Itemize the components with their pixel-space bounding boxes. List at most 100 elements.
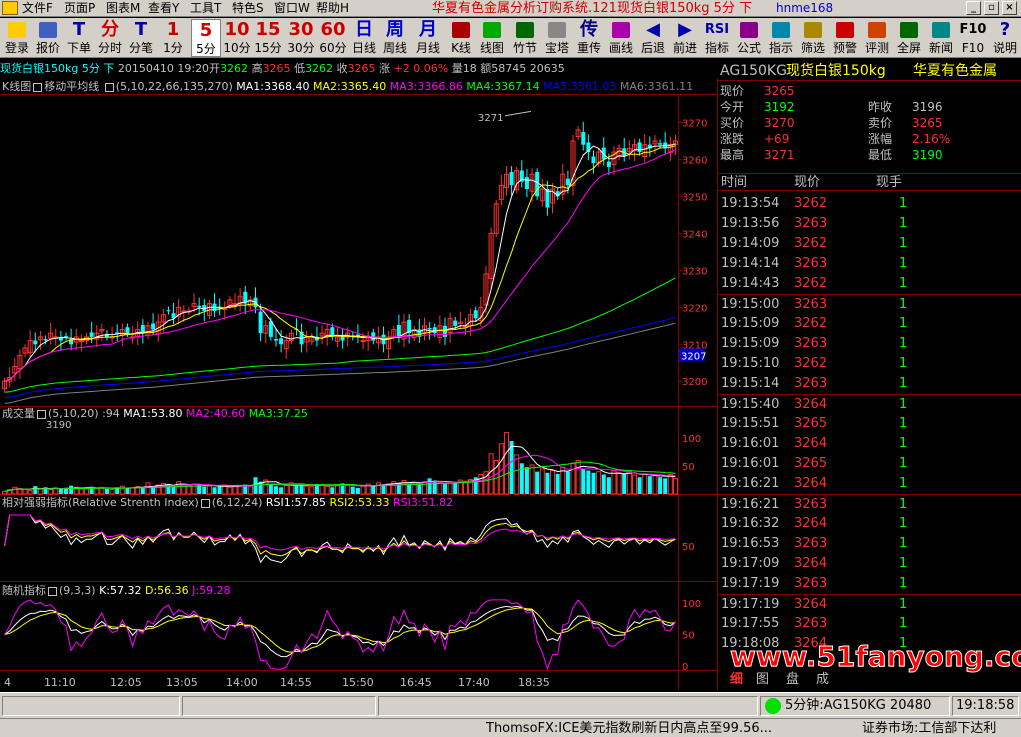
menu-view[interactable]: 查看Y (148, 1, 179, 16)
toolbar-icon-wrap (734, 19, 764, 41)
volume-bar (283, 485, 289, 495)
volume-bar (478, 473, 484, 495)
toolbar-button-7[interactable]: 10 10分 (222, 19, 252, 57)
volume-bar (550, 470, 556, 495)
ma-legend-prefix: K线图 (2, 80, 32, 93)
chart-canvas[interactable]: 3270326032503240323032203210320032073271… (0, 78, 718, 690)
ma-params-toggle[interactable] (104, 82, 114, 92)
toolbar-icon (740, 22, 758, 38)
quote-time: 19:20 (177, 62, 210, 75)
volume-bar (48, 489, 54, 495)
volume-bar (130, 487, 136, 495)
volume-bar (652, 474, 658, 495)
toolbar-button-0[interactable]: 登录 (2, 19, 32, 57)
menu-window[interactable]: 窗口W (274, 1, 310, 16)
toolbar-button-22[interactable]: RSI 指标 (702, 19, 732, 57)
toolbar-button-29[interactable]: 新闻 (926, 19, 956, 57)
menu-features[interactable]: 特色S (232, 1, 264, 16)
toolbar-button-27[interactable]: 评测 (862, 19, 892, 57)
tick-row: 19:16:01 3265 1 (718, 454, 1021, 474)
tick-volume: 1 (899, 576, 908, 591)
tick-row: 19:16:21 3264 1 (718, 474, 1021, 494)
kdj-legend-toggle[interactable] (48, 586, 57, 596)
toolbar-button-25[interactable]: 筛选 (798, 19, 828, 57)
menu-help[interactable]: 帮助H (316, 1, 349, 16)
menu-chart[interactable]: 图表M (106, 1, 140, 16)
toolbar-button-5[interactable]: 1 1分 (158, 19, 188, 57)
tick-row: 19:16:32 3264 1 (718, 514, 1021, 534)
toolbar-button-23[interactable]: 公式 (734, 19, 764, 57)
volume-bar (667, 473, 673, 495)
rsi-legend-toggle[interactable] (200, 498, 210, 508)
toolbar-button-30[interactable]: F10 F10 (958, 19, 988, 57)
toolbar-button-8[interactable]: 15 15分 (253, 19, 283, 57)
toolbar-button-4[interactable]: T 分笔 (126, 19, 156, 57)
toolbar-button-2[interactable]: T 下单 (64, 19, 94, 57)
minimize-button[interactable]: _ (966, 1, 981, 15)
toolbar-label: 线图 (479, 41, 504, 55)
toolbar-button-11[interactable]: 日日线 (349, 19, 379, 57)
toolbar-button-15[interactable]: 线图 (477, 19, 507, 57)
tick-time: 19:15:40 (721, 397, 780, 412)
toolbar-button-13[interactable]: 月月线 (413, 19, 443, 57)
candle-body (396, 325, 401, 337)
tick-price: 3264 (794, 556, 828, 571)
quote-value: +69 (764, 132, 790, 146)
volume-bar (334, 485, 340, 495)
toolbar-button-26[interactable]: 预警 (830, 19, 860, 57)
menu-tools[interactable]: 工具T (190, 1, 221, 16)
volume-bar (279, 487, 284, 494)
close-button[interactable]: × (1002, 1, 1017, 15)
toolbar-glyph: 10 (224, 19, 250, 40)
kdj-legend: 随机指标 (9,3,3) K:57.32 D:56.36 J:59.28 (2, 584, 231, 598)
toolbar-label: 月线 (415, 41, 440, 55)
volume-bar (202, 486, 207, 494)
toolbar-button-14[interactable]: K线 (446, 19, 476, 57)
quote-close: 3265 (347, 62, 376, 75)
tick-time: 19:15:14 (721, 376, 780, 391)
toolbar-button-18[interactable]: 传重传 (574, 19, 604, 57)
tick-time: 19:16:21 (721, 476, 780, 491)
quote-value: 2.16% (912, 132, 951, 146)
status-seg-3 (378, 696, 758, 716)
news-ticker[interactable]: ThomsoFX:ICE美元指数刷新日内高点至99.56... (486, 720, 826, 737)
toolbar-button-21[interactable]: ▶ 前进 (670, 19, 700, 57)
market-ticker[interactable]: 证券市场:工信部下达利 (862, 720, 1021, 737)
ma-legend-toggle[interactable] (33, 82, 43, 92)
tick-price: 3262 (794, 316, 828, 331)
restore-button[interactable]: ▫ (984, 1, 999, 15)
quote-low: 3262 (305, 62, 334, 75)
tick-volume: 1 (899, 196, 908, 211)
toolbar-glyph: F10 (959, 22, 987, 37)
tick-time: 19:16:01 (721, 436, 780, 451)
vol-legend-toggle[interactable] (37, 409, 46, 419)
toolbar-button-24[interactable]: 指示 (766, 19, 796, 57)
volume-bar (2, 490, 8, 495)
toolbar-button-9[interactable]: 30 30分 (286, 19, 316, 57)
toolbar-button-17[interactable]: 宝塔 (542, 19, 572, 57)
toolbar-button-28[interactable]: 全屏 (894, 19, 924, 57)
toolbar-button-20[interactable]: ◀ 后退 (638, 19, 668, 57)
toolbar-button-31[interactable]: ? 说明 (990, 19, 1020, 57)
ma-legend-name: 移动平均线 (44, 80, 100, 93)
menu-page[interactable]: 页面P (64, 1, 95, 16)
app-icon[interactable] (2, 1, 18, 15)
volume-bar (104, 488, 109, 494)
volume-bar (407, 483, 412, 494)
quote-dir: 下 (103, 62, 115, 75)
toolbar-button-19[interactable]: 画线 (606, 19, 636, 57)
toolbar-button-12[interactable]: 周周线 (380, 19, 410, 57)
tick-time: 19:16:01 (721, 456, 780, 471)
candle-body (601, 147, 606, 160)
menu-file[interactable]: 文件F (22, 1, 53, 16)
toolbar-button-16[interactable]: 竹节 (510, 19, 540, 57)
x-tick-label: 13:05 (166, 676, 198, 689)
tick-volume: 1 (899, 476, 908, 491)
toolbar-button-3[interactable]: 分分时 (95, 19, 125, 57)
toolbar-button-6[interactable]: 5 5分 (191, 19, 221, 57)
chart-panel[interactable]: 3270 3260 3250 3240 3230 3220 3210 3200 3207 3271… (0, 78, 718, 690)
toolbar-button-10[interactable]: 60 60分 (318, 19, 348, 57)
toolbar-label: 10分 (223, 41, 251, 55)
tick-time: 19:17:19 (721, 576, 780, 591)
toolbar-button-1[interactable]: 报价 (33, 19, 63, 57)
